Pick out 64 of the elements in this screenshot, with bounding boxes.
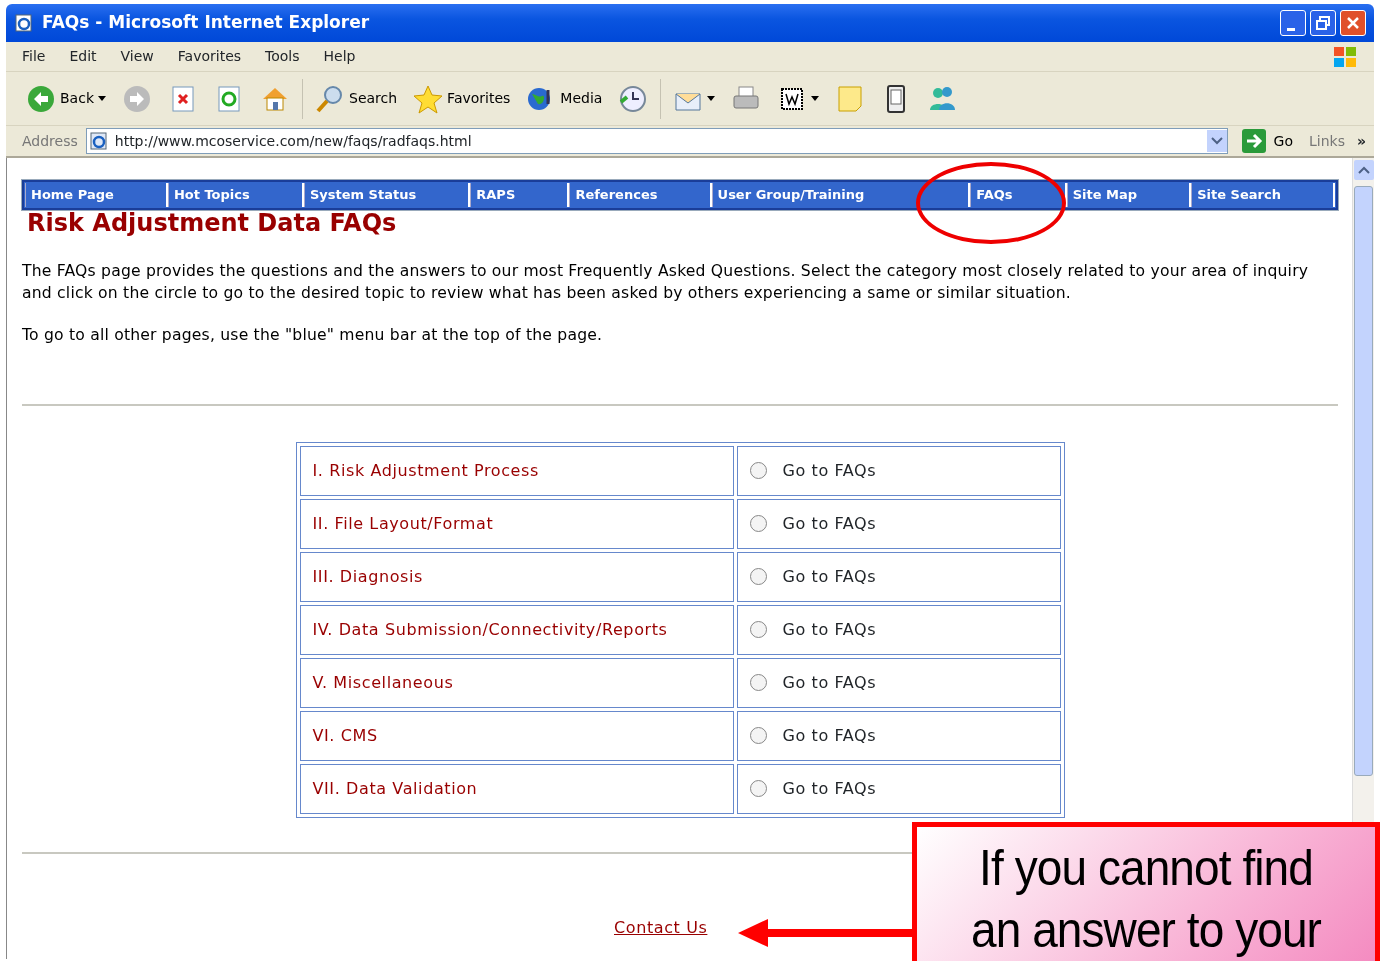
nav-link[interactable]: Site Map [1066,183,1192,207]
category-cell: V. Miscellaneous [299,657,734,708]
nav-link[interactable]: Home Page [25,183,168,207]
radio-button[interactable] [749,568,767,586]
minimize-icon [1287,27,1295,31]
radio-button[interactable] [749,515,767,533]
category-cell: VI. CMS [299,710,734,761]
caret-icon[interactable] [707,96,716,102]
menu-item[interactable]: Favorites [177,46,242,67]
windows-logo-icon [1332,44,1358,69]
browser-icon [14,13,34,33]
history-icon [618,83,649,114]
category-cell: I. Risk Adjustment Process [299,445,734,496]
minimize-button[interactable] [1280,10,1306,36]
contact-link[interactable]: Contact Us [614,917,708,937]
category-cell: II. File Layout/Format [299,498,734,549]
nav-link[interactable]: References [569,183,712,207]
page-icon [88,131,109,151]
nav-link[interactable]: FAQs [970,183,1067,207]
scrollbar-thumb[interactable] [1354,186,1373,776]
close-button[interactable] [1340,10,1366,36]
close-icon [1346,16,1360,30]
links-button[interactable]: Links [1305,128,1349,154]
menu-item[interactable]: Help [323,46,356,67]
radio-button[interactable] [749,674,767,692]
media-button[interactable]: Media [522,81,607,116]
address-label: Address [22,131,78,151]
search-icon [315,83,345,114]
menu-item[interactable]: Tools [265,46,300,67]
page-heading: Risk Adjustment Data FAQs [27,209,398,236]
paragraph: The FAQs page provides the questions and the answers to our most Frequently Asked Questions. Select the category most closely related to your area of inquiry and click on the circle to go to the desired topic to review what has been asked by others experiencing a same or similar situation. [22,260,1310,304]
caret-icon[interactable] [811,96,820,102]
nav-link[interactable]: Hot Topics [167,183,304,207]
dropdown-icon[interactable] [1206,130,1227,152]
window-title: FAQs - Microsoft Internet Explorer [42,11,370,35]
nav-link[interactable]: User Group/Training [711,183,971,207]
category-cell: IV. Data Submission/Connectivity/Reports [299,604,734,655]
more-chevron[interactable]: » [1356,130,1366,152]
restore-button[interactable] [1310,10,1336,36]
go-button[interactable]: Go [1235,124,1297,158]
nav-link[interactable]: Site Search [1191,183,1336,207]
favorites-icon [413,83,444,114]
radio-button[interactable] [749,727,767,745]
restore-icon [1316,16,1330,30]
scroll-up-icon[interactable] [1354,160,1374,180]
radio-button[interactable] [749,780,767,798]
nav-link[interactable]: System Status [303,183,471,207]
caret-icon[interactable] [98,96,106,102]
back-icon [26,83,56,114]
address-field[interactable]: http://www.mcoservice.com/new/faqs/radfaqs.html [85,128,1228,154]
category-cell: III. Diagnosis [299,551,734,602]
menu-item[interactable]: View [120,46,154,67]
search-button[interactable]: Search [311,81,402,116]
paragraph: To go to all other pages, use the "blue" menu bar at the top of the page. [22,324,604,346]
radio-button[interactable] [749,621,767,639]
favorites-button[interactable]: Favorites [409,81,515,116]
back-button[interactable]: Back [22,81,110,116]
category-cell: VII. Data Validation [299,763,734,814]
forward-icon [122,83,152,114]
radio-button[interactable] [749,462,767,480]
menu-item[interactable]: Edit [69,46,97,67]
callout-box: If you cannot find an answer to your [912,822,1380,961]
menu-item[interactable]: File [22,46,46,67]
nav-link[interactable]: RAPS [470,183,570,207]
